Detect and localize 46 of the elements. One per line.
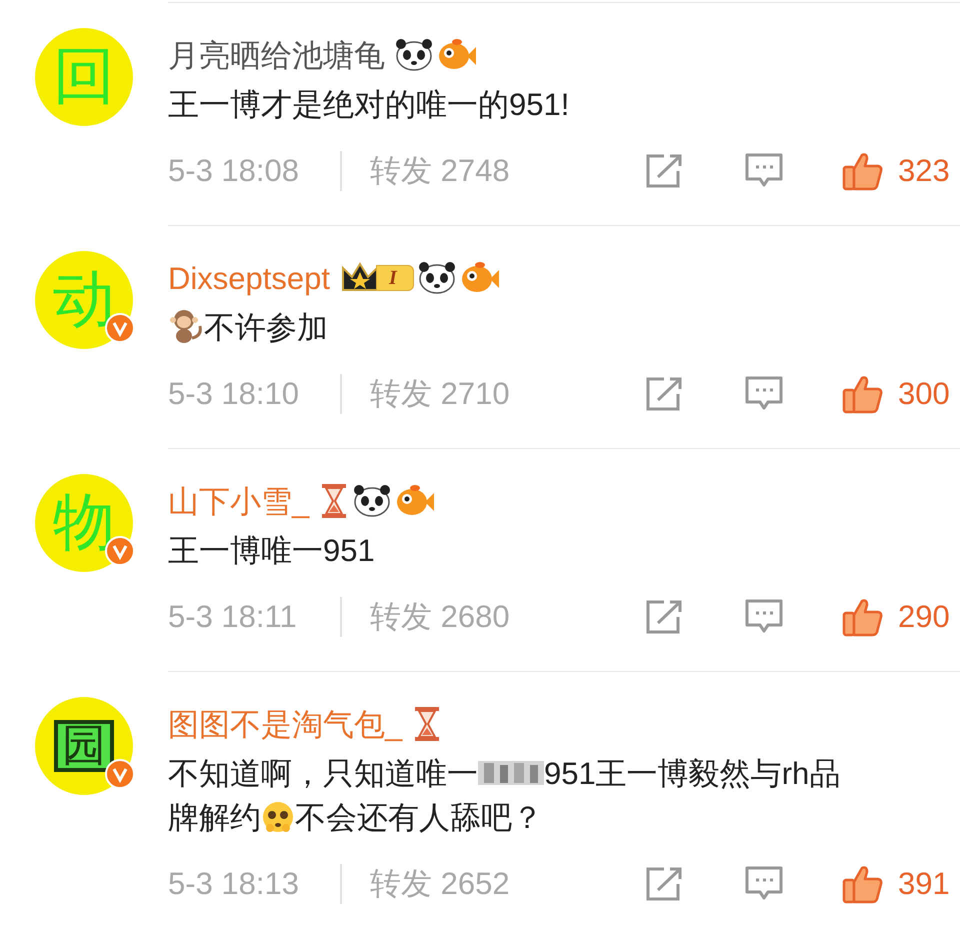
thumbs-up-icon (842, 151, 884, 191)
username[interactable]: 山下小雪_ (168, 486, 310, 516)
like-button[interactable]: 300 (842, 370, 960, 418)
comment-text: 不会还有人舔吧？ (295, 800, 543, 835)
timestamp: 5-3 18:11 (168, 598, 298, 636)
thumbs-up-icon (842, 374, 884, 414)
repost-count[interactable]: 转发 2652 (370, 860, 644, 908)
avatar[interactable]: 园 (35, 697, 133, 795)
repost-count[interactable]: 转发 2748 (370, 148, 644, 194)
monkey-emoji-icon (168, 308, 204, 344)
share-icon[interactable] (644, 376, 684, 412)
fish-icon (460, 261, 500, 295)
fish-icon (437, 38, 477, 72)
comment-text: 951王一博毅然与rh品 (544, 756, 840, 791)
fish-icon (395, 484, 436, 518)
panda-icon (418, 261, 456, 295)
avatar-character: 回 (53, 46, 115, 108)
username[interactable]: Dixseptsept (168, 262, 330, 294)
thumbs-up-icon (842, 597, 884, 637)
avatar-character: 动 (53, 269, 115, 331)
share-icon[interactable] (644, 153, 684, 189)
comment-text: 不许参加 (204, 310, 328, 345)
avatar-character: 园 (54, 720, 114, 772)
comment-text: 王一博唯一951 (168, 533, 375, 568)
thumbs-up-icon (842, 864, 884, 904)
panda-icon (395, 38, 433, 72)
share-icon[interactable] (644, 866, 684, 902)
like-button[interactable]: 323 (842, 148, 960, 194)
repost-count[interactable]: 转发 2710 (370, 370, 644, 418)
username[interactable]: 月亮晒给池塘龟 (168, 40, 385, 70)
panda-icon (353, 484, 392, 518)
level-badge: I (340, 260, 414, 296)
repost-count[interactable]: 转发 2680 (370, 594, 644, 640)
pleading-face-icon (261, 800, 295, 834)
avatar-character: 物 (53, 492, 115, 554)
timestamp: 5-3 18:13 (168, 864, 300, 903)
like-button[interactable]: 391 (842, 860, 960, 908)
comment-text: 王一博才是绝对的唯一的951! (168, 87, 570, 122)
username[interactable]: 图图不是淘气包_ (168, 708, 402, 740)
share-icon[interactable] (644, 599, 684, 635)
timestamp: 5-3 18:10 (168, 374, 300, 413)
timestamp: 5-3 18:08 (168, 152, 300, 190)
comment-text: 牌解约 (168, 800, 261, 835)
like-button[interactable]: 290 (842, 594, 960, 640)
comment-text: 不知道啊，只知道唯一 (168, 756, 478, 791)
pixelated-redaction-icon (478, 759, 544, 787)
